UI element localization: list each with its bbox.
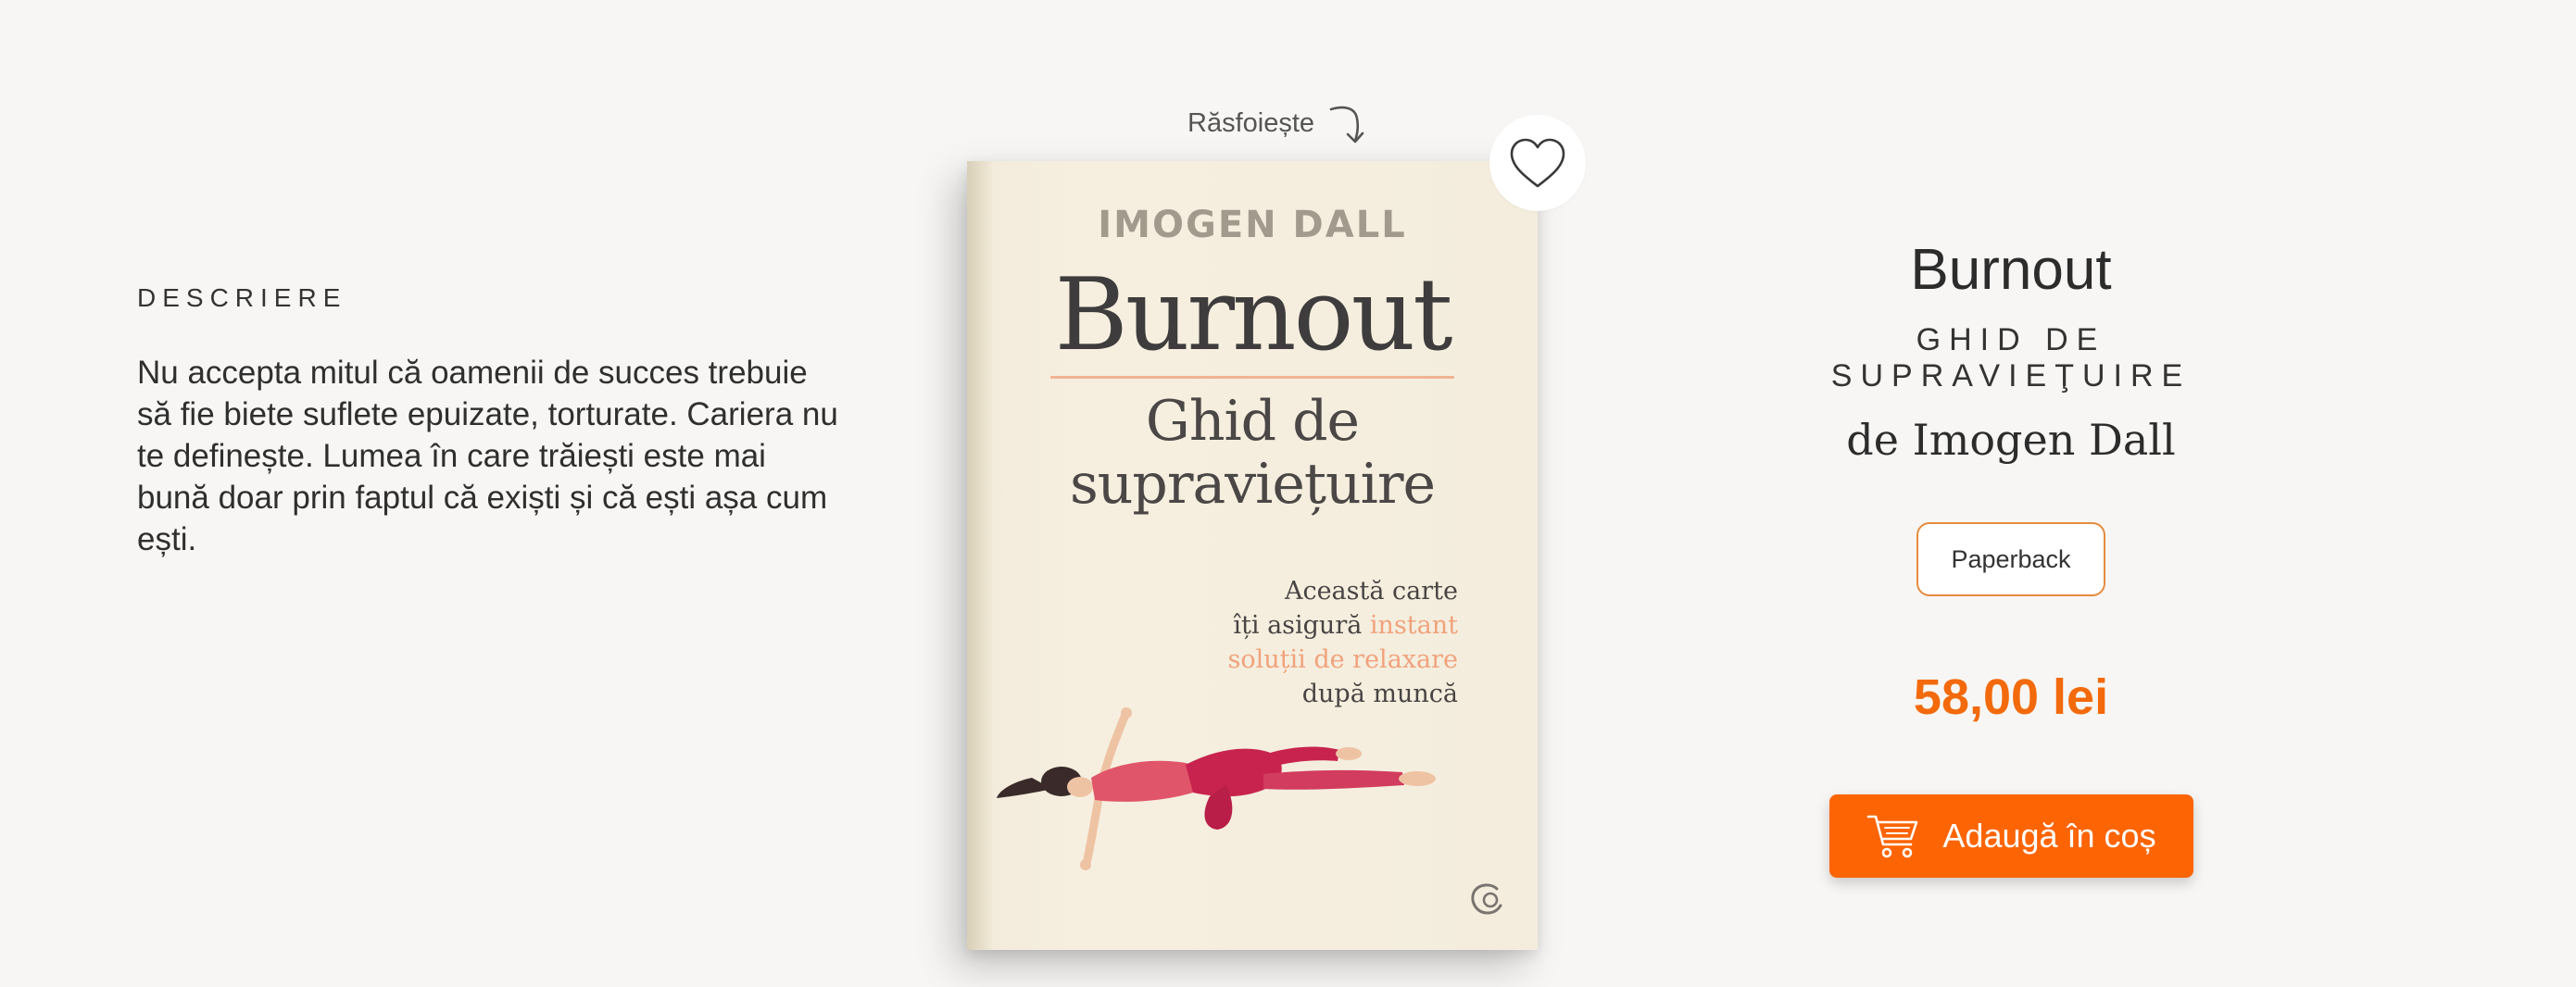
cover-divider [1050,376,1454,379]
cover-subtitle-line2: supraviețuire [1069,452,1436,517]
cover-tagline-line: soluții de relaxare [1227,645,1458,674]
curved-arrow-down-icon [1329,106,1364,144]
cover-tagline-accent: instant [1369,611,1458,640]
add-to-cart-button[interactable]: Adaugă în coș [1829,794,2193,878]
publisher-logo [1471,883,1502,915]
product-title: Burnout [1910,237,2112,302]
cover-tagline-line: Această carte [1284,577,1458,606]
cover-illustration [997,707,1436,870]
browse-label: Răsfoiește [1187,107,1315,138]
shopping-cart-icon [1867,815,1918,858]
description-section: DESCRIERE Nu accepta mitul că oamenii de… [137,283,841,560]
product-subtitle: GHID DE SUPRAVIEŢUIRE [1830,322,2192,394]
description-heading: DESCRIERE [137,283,347,312]
format-option-paperback[interactable]: Paperback [1916,522,2105,596]
cover-tagline-plain: îți asigură [1233,611,1370,640]
add-to-cart-label: Adaugă în coș [1942,817,2156,855]
heart-icon [1510,138,1565,188]
cover-author: IMOGEN DALL [1098,204,1407,246]
browse-link[interactable]: Răsfoiește [1187,100,1372,146]
cover-tagline-line: îți asigură instant [1227,608,1458,643]
book-cover-image[interactable]: IMOGEN DALL Burnout Ghid de supraviețuir… [967,161,1538,950]
product-author[interactable]: de Imogen Dall [1732,415,2290,465]
cover-title: Burnout [1054,257,1452,373]
product-price: 58,00 lei [1913,669,2109,725]
add-to-wishlist-button[interactable] [1489,115,1586,211]
description-text: Nu accepta mitul că oamenii de succes tr… [137,355,838,557]
cover-subtitle-line1: Ghid de [1145,389,1360,454]
product-info: Burnout GHID DE SUPRAVIEŢUIRE de Imogen … [1732,0,2290,987]
